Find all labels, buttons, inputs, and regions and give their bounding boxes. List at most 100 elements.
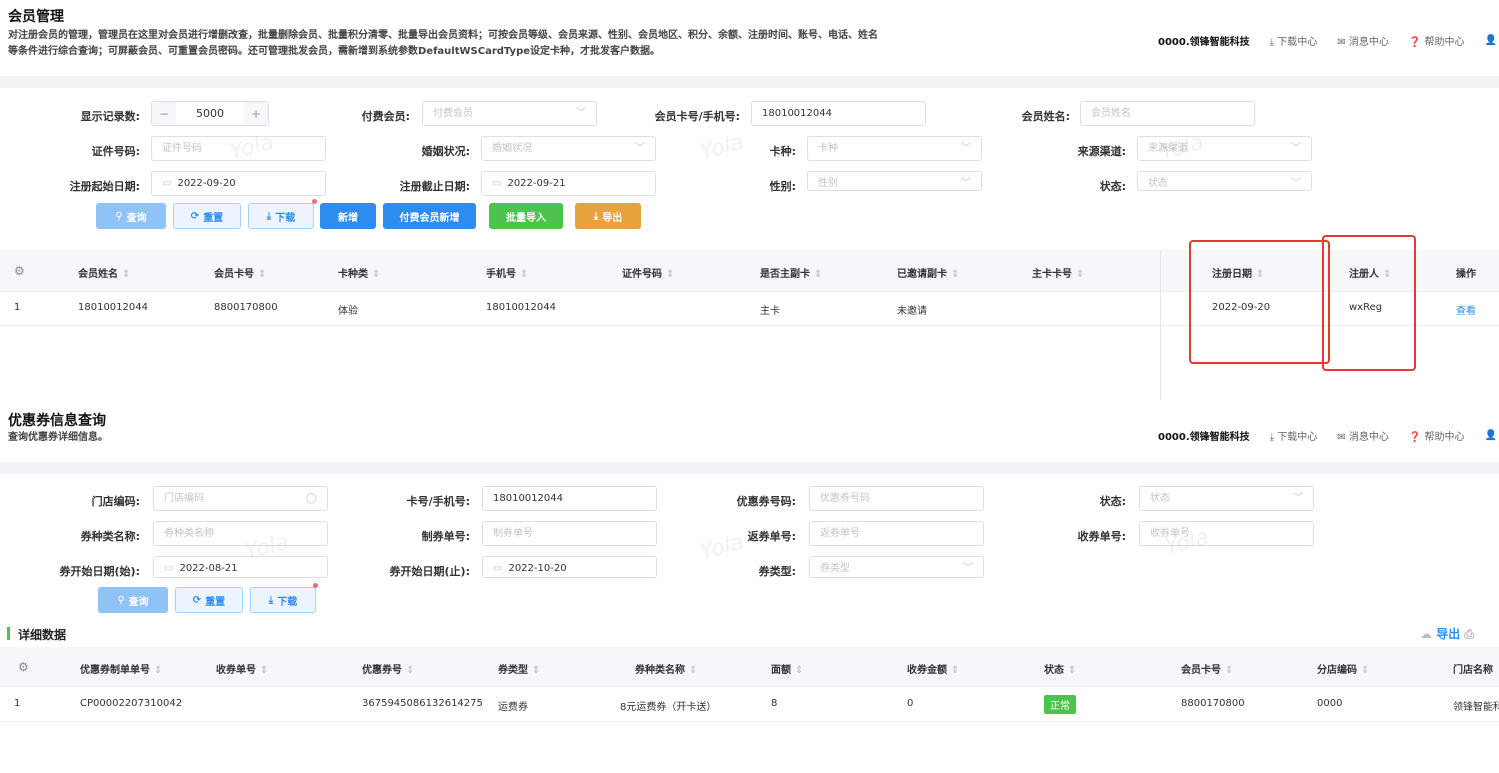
paid-member-label: 付费会员: — [361, 110, 410, 123]
gear-icon[interactable]: ⚙ — [14, 264, 25, 278]
coupon-page-description: 查询优惠券详细信息。 — [8, 432, 108, 443]
make-no-input[interactable]: 制券单号 — [482, 521, 657, 546]
coupon-no-input[interactable]: 优惠券号码 — [809, 486, 984, 511]
card-type-select[interactable]: 卡种 ﹀ — [807, 136, 982, 161]
message-center-link[interactable]: ✉ 消息中心 — [1337, 428, 1389, 443]
cell-member-name: 18010012044 — [78, 302, 148, 313]
search-icon: ◯ — [305, 493, 317, 504]
search-icon: ⚲ — [117, 594, 125, 606]
view-link[interactable]: 查看 — [1456, 302, 1476, 317]
col-member-name[interactable]: 会员姓名 ⇕ — [78, 265, 130, 280]
help-center-link[interactable]: ❓ 帮助中心 — [1409, 428, 1465, 443]
reg-end-date[interactable]: ▭ 2022-09-21 — [481, 171, 656, 196]
highlight-box-reg-date — [1189, 240, 1330, 364]
search-icon: ⚲ — [115, 210, 123, 222]
download-icon: ⤓ — [1269, 432, 1275, 443]
col-collect-amount[interactable]: 收券金额 ⇕ — [907, 661, 959, 676]
paid-member-add-button[interactable]: 付费会员新增 — [383, 203, 476, 229]
reset-button[interactable]: ⟳ 重置 — [173, 203, 241, 229]
display-count-value[interactable]: 5000 — [176, 102, 244, 125]
user-icon[interactable]: 👤 — [1484, 35, 1496, 46]
coupon-status-label: 状态: — [1099, 495, 1126, 508]
col-coupon-type[interactable]: 券类型 ⇕ — [498, 661, 540, 676]
cell-type-name: 8元运费券（开卡送） — [620, 702, 717, 713]
detail-section-title: 详细数据 — [18, 628, 67, 642]
plus-button[interactable]: + — [244, 102, 268, 125]
coupon-reset-button[interactable]: ⟳ 重置 — [175, 587, 243, 613]
notification-dot — [313, 583, 318, 588]
col-invited-sub[interactable]: 已邀请副卡 ⇕ — [897, 265, 959, 280]
coupon-type-select[interactable]: 券类型 ﹀ — [809, 556, 984, 578]
batch-import-button[interactable]: 批量导入 — [489, 203, 563, 229]
card-phone-input[interactable]: 18010012044 — [751, 101, 926, 126]
coupon-start-label: 券开始日期(始): — [59, 565, 140, 578]
store-code-input[interactable]: 门店编码 ◯ — [153, 486, 328, 511]
export-button[interactable]: ⤓ 导出 — [575, 203, 641, 229]
user-icon[interactable]: 👤 — [1484, 430, 1496, 441]
collect-no-label: 收券单号: — [1077, 530, 1126, 543]
type-name-label: 券种类名称: — [80, 530, 140, 543]
watermark: Yola — [697, 129, 747, 166]
col-make-no[interactable]: 优惠券制单单号 ⇕ — [80, 661, 162, 676]
company-name: 0000.领锋智能科技 — [1158, 432, 1250, 443]
chevron-down-icon: ﹀ — [961, 178, 971, 189]
col-face-value[interactable]: 面额 ⇕ — [771, 661, 803, 676]
display-count-stepper[interactable]: − 5000 + — [151, 101, 269, 126]
marital-select[interactable]: 婚姻状况 ﹀ — [481, 136, 656, 161]
cell-card-type: 体验 — [338, 306, 358, 317]
refresh-icon: ⟳ — [192, 594, 202, 606]
message-center-link[interactable]: ✉ 消息中心 — [1337, 33, 1389, 48]
coupon-export-button[interactable]: ☁ 导出 ⎙ — [1420, 625, 1474, 642]
col-store-name[interactable]: 门店名称 — [1453, 661, 1493, 676]
col-branch-code[interactable]: 分店编码 ⇕ — [1317, 661, 1369, 676]
coupon-query-button[interactable]: ⚲ 查询 — [98, 587, 168, 613]
col-status[interactable]: 状态 ⇕ — [1044, 661, 1076, 676]
coupon-end-date[interactable]: ▭ 2022-10-20 — [482, 556, 657, 578]
cell-invited-sub: 未邀请 — [897, 306, 927, 317]
col-id-number[interactable]: 证件号码 ⇕ — [622, 265, 674, 280]
cell-member-card: 8800170800 — [214, 302, 278, 313]
notification-dot — [312, 199, 317, 204]
top-bar: 0000.领锋智能科技 ⤓ 下载中心 ✉ 消息中心 ❓ 帮助中心 👤 — [1158, 33, 1497, 48]
col-phone[interactable]: 手机号 ⇕ — [486, 265, 528, 280]
marital-label: 婚姻状况: — [421, 145, 470, 158]
col-collect-no[interactable]: 收券单号 ⇕ — [216, 661, 268, 676]
card-phone-input[interactable]: 18010012044 — [482, 486, 657, 511]
return-no-input[interactable]: 返券单号 — [809, 521, 984, 546]
col-main-card-no[interactable]: 主卡卡号 ⇕ — [1032, 265, 1084, 280]
gender-label: 性别: — [769, 180, 796, 193]
download-center-link[interactable]: ⤓ 下载中心 — [1270, 33, 1318, 48]
print-icon[interactable]: ⎙ — [1464, 627, 1474, 641]
col-member-card[interactable]: 会员卡号 ⇕ — [214, 265, 266, 280]
add-button[interactable]: 新增 — [320, 203, 376, 229]
coupon-start-date[interactable]: ▭ 2022-08-21 — [153, 556, 328, 578]
chevron-down-icon: ﹀ — [1291, 143, 1301, 154]
download-icon: ⤓ — [268, 594, 274, 606]
download-button[interactable]: ⤓ 下载 — [248, 203, 314, 229]
download-center-link[interactable]: ⤓ 下载中心 — [1270, 428, 1318, 443]
member-name-input[interactable]: 会员姓名 — [1080, 101, 1255, 126]
col-main-sub[interactable]: 是否主副卡 ⇕ — [760, 265, 822, 280]
type-name-input[interactable]: 券种类名称 — [153, 521, 328, 546]
col-card-type[interactable]: 卡种类 ⇕ — [338, 265, 380, 280]
col-member-card[interactable]: 会员卡号 ⇕ — [1181, 661, 1233, 676]
gender-select[interactable]: 性别 ﹀ — [807, 171, 982, 191]
store-code-label: 门店编码: — [91, 495, 140, 508]
status-badge: 正常 — [1044, 695, 1076, 714]
help-center-link[interactable]: ❓ 帮助中心 — [1409, 33, 1465, 48]
paid-member-select[interactable]: 付费会员 ﹀ — [422, 101, 597, 126]
col-coupon-no[interactable]: 优惠券号 ⇕ — [362, 661, 414, 676]
col-type-name[interactable]: 券种类名称 ⇕ — [635, 661, 697, 676]
reg-start-date[interactable]: ▭ 2022-09-20 — [151, 171, 326, 196]
gear-icon[interactable]: ⚙ — [18, 660, 29, 674]
cell-coupon-no: 3675945086132614275 — [362, 698, 483, 709]
section-accent-bar — [7, 627, 10, 640]
coupon-download-button[interactable]: ⤓ 下载 — [250, 587, 316, 613]
minus-button[interactable]: − — [152, 102, 176, 125]
page-title: 会员管理 — [8, 9, 64, 25]
row-index: 1 — [14, 302, 21, 313]
row-index: 1 — [14, 698, 21, 709]
coupon-status-select[interactable]: 状态 ﹀ — [1139, 486, 1314, 511]
status-select[interactable]: 状态 ﹀ — [1137, 171, 1312, 191]
query-button[interactable]: ⚲ 查询 — [96, 203, 166, 229]
